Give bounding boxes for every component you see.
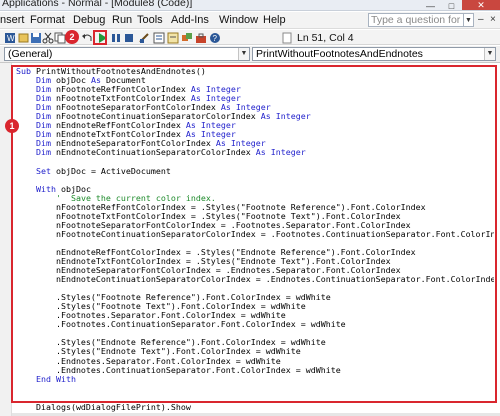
close-icon[interactable]: ✕ (462, 0, 500, 10)
properties-window-icon[interactable] (166, 31, 179, 44)
code-line[interactable]: nEndnoteContinuationSeparatorColorIndex … (16, 275, 494, 284)
menu-help[interactable]: Help (263, 14, 286, 26)
view-word-icon[interactable]: W (3, 31, 16, 44)
menu-bar: nsert Format Debug Run Tools Add-Ins Win… (0, 12, 500, 29)
code-line[interactable]: Set objDoc = ActiveDocument (16, 165, 494, 176)
menu-run[interactable]: Run (112, 14, 132, 26)
object-browser-icon[interactable] (180, 31, 193, 44)
cursor-position: Ln 51, Col 4 (297, 32, 354, 44)
minimize-icon[interactable]: — (420, 0, 441, 11)
code-window: 1 Sub PrintWithoutFootnotesAndEndnotes()… (0, 62, 500, 416)
menu-add-ins[interactable]: Add-Ins (171, 14, 209, 26)
help-search-input[interactable]: Type a question for help (368, 13, 464, 27)
object-selector[interactable]: (General) ▼ (4, 47, 250, 61)
break-icon[interactable] (109, 31, 122, 44)
run-highlight (93, 30, 107, 45)
code-line[interactable] (16, 384, 494, 393)
code-text: objDoc = ActiveDocument (50, 165, 171, 176)
code-line[interactable]: End With (16, 373, 494, 384)
code-line[interactable]: Dim nEndnoteContinuationSeparatorColorIn… (16, 148, 494, 157)
chevron-down-icon[interactable]: ▼ (484, 48, 495, 60)
procedure-selector[interactable]: PrintWithoutFootnotesAndEndnotes ▼ (252, 47, 496, 61)
code-line[interactable]: Dialogs(wdDialogFilePrint).Show (16, 402, 191, 412)
code-text: nEndnoteContinuationSeparatorColorIndex … (16, 274, 494, 285)
window-title: Applications - Normal - [Module8 (Code)] (2, 0, 193, 9)
menu-debug[interactable]: Debug (73, 14, 105, 26)
window-controls: — □ ✕ (420, 0, 500, 11)
keyword: As Integer (255, 147, 306, 158)
code-editor[interactable]: Sub PrintWithoutFootnotesAndEndnotes() D… (16, 67, 494, 393)
menu-window[interactable]: Window (219, 14, 258, 26)
mdi-close-icon[interactable]: × (490, 14, 496, 25)
maximize-icon[interactable]: □ (441, 0, 462, 11)
cursor-position-icon (282, 31, 292, 44)
chevron-down-icon[interactable]: ▼ (238, 48, 249, 60)
menu-format[interactable]: Format (30, 14, 65, 26)
svg-text:?: ? (212, 34, 217, 43)
toolbox-icon[interactable] (194, 31, 207, 44)
procedure-selector-value: PrintWithoutFootnotesAndEndnotes (256, 48, 423, 60)
undo-icon[interactable] (80, 31, 93, 44)
step-2-badge: 2 (65, 30, 79, 44)
object-selector-value: (General) (8, 48, 53, 60)
design-mode-icon[interactable] (137, 31, 150, 44)
code-line[interactable]: nFootnoteContinuationSeparatorColorIndex… (16, 228, 494, 239)
keyword: End With (35, 373, 76, 384)
help-icon[interactable]: ? (208, 31, 221, 44)
keyword: Dim (35, 147, 51, 158)
code-line[interactable]: .Footnotes.ContinuationSeparator.Font.Co… (16, 320, 494, 329)
chevron-down-icon[interactable]: ▼ (464, 13, 474, 27)
title-bar: Applications - Normal - [Module8 (Code)]… (0, 0, 500, 11)
project-explorer-icon[interactable] (152, 31, 165, 44)
code-text: nFootnoteContinuationSeparatorColorIndex… (16, 228, 494, 239)
mdi-minimize-icon[interactable]: – (478, 14, 484, 25)
keyword: Set (35, 165, 51, 176)
code-text: .Footnotes.ContinuationSeparator.Font.Co… (16, 319, 346, 330)
menu-tools[interactable]: Tools (137, 14, 163, 26)
code-text: nEndnoteContinuationSeparatorColorIndex (50, 147, 256, 158)
code-selectors: (General) ▼ PrintWithoutFootnotesAndEndn… (0, 46, 500, 62)
reset-icon[interactable] (122, 31, 135, 44)
menu-insert[interactable]: nsert (0, 14, 24, 26)
keyword: As Integer (260, 111, 311, 122)
svg-text:W: W (7, 34, 15, 43)
standard-toolbar: W 2 ? Ln 51, Col 4 (0, 30, 500, 45)
code-line[interactable]: .Endnotes.ContinuationSeparator.Font.Col… (16, 365, 494, 375)
